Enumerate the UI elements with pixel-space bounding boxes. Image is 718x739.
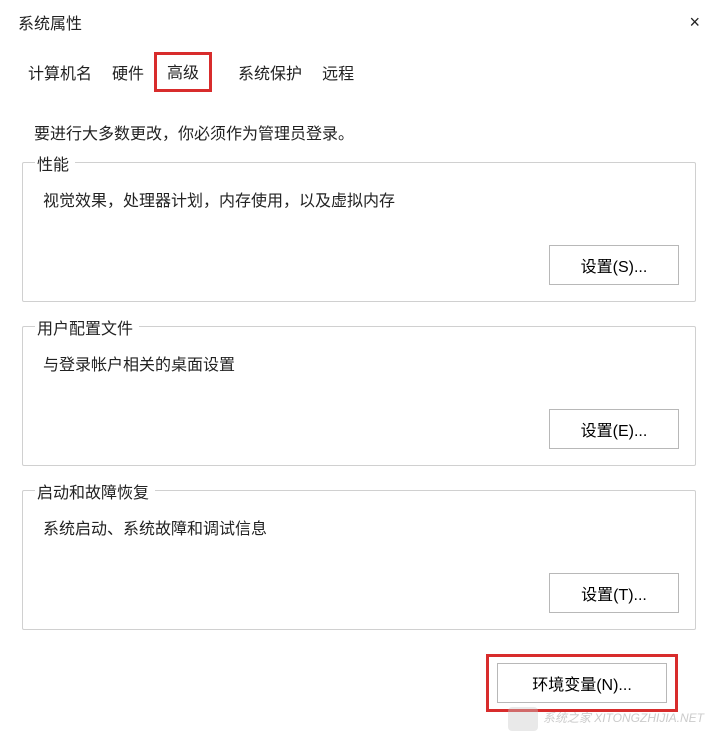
group-performance-desc: 视觉效果，处理器计划，内存使用，以及虚拟内存: [39, 187, 679, 233]
group-user-profiles: 用户配置文件 与登录帐户相关的桌面设置 设置(E)...: [22, 326, 696, 466]
tab-computer-name[interactable]: 计算机名: [18, 54, 102, 92]
tab-advanced[interactable]: 高级: [154, 52, 212, 92]
tab-content-advanced: 要进行大多数更改，你必须作为管理员登录。 性能 视觉效果，处理器计划，内存使用，…: [0, 92, 718, 712]
group-startup-recovery: 启动和故障恢复 系统启动、系统故障和调试信息 设置(T)...: [22, 490, 696, 630]
startup-recovery-settings-button[interactable]: 设置(T)...: [549, 573, 679, 613]
group-performance: 性能 视觉效果，处理器计划，内存使用，以及虚拟内存 设置(S)...: [22, 162, 696, 302]
performance-settings-button[interactable]: 设置(S)...: [549, 245, 679, 285]
tab-strip: 计算机名 硬件 高级 系统保护 远程: [0, 48, 718, 92]
group-user-profiles-desc: 与登录帐户相关的桌面设置: [39, 351, 679, 397]
group-user-profiles-label: 用户配置文件: [35, 315, 139, 339]
tab-remote[interactable]: 远程: [312, 54, 364, 92]
admin-notice: 要进行大多数更改，你必须作为管理员登录。: [18, 108, 700, 162]
group-startup-recovery-desc: 系统启动、系统故障和调试信息: [39, 515, 679, 561]
group-performance-label: 性能: [35, 151, 75, 175]
title-bar: 系统属性 ×: [0, 0, 718, 48]
env-variables-highlight: 环境变量(N)...: [486, 654, 678, 712]
tab-system-protection[interactable]: 系统保护: [228, 54, 312, 92]
watermark-text: 系统之家 XITONGZHIJIA.NET: [543, 711, 704, 725]
environment-variables-button[interactable]: 环境变量(N)...: [497, 663, 667, 703]
user-profiles-settings-button[interactable]: 设置(E)...: [549, 409, 679, 449]
group-startup-recovery-actions: 设置(T)...: [39, 561, 679, 613]
tab-hardware[interactable]: 硬件: [102, 54, 154, 92]
env-variables-row: 环境变量(N)...: [18, 654, 700, 712]
window-title: 系统属性: [18, 10, 82, 34]
close-icon[interactable]: ×: [683, 12, 706, 33]
group-user-profiles-actions: 设置(E)...: [39, 397, 679, 449]
group-performance-actions: 设置(S)...: [39, 233, 679, 285]
group-startup-recovery-label: 启动和故障恢复: [35, 479, 155, 503]
